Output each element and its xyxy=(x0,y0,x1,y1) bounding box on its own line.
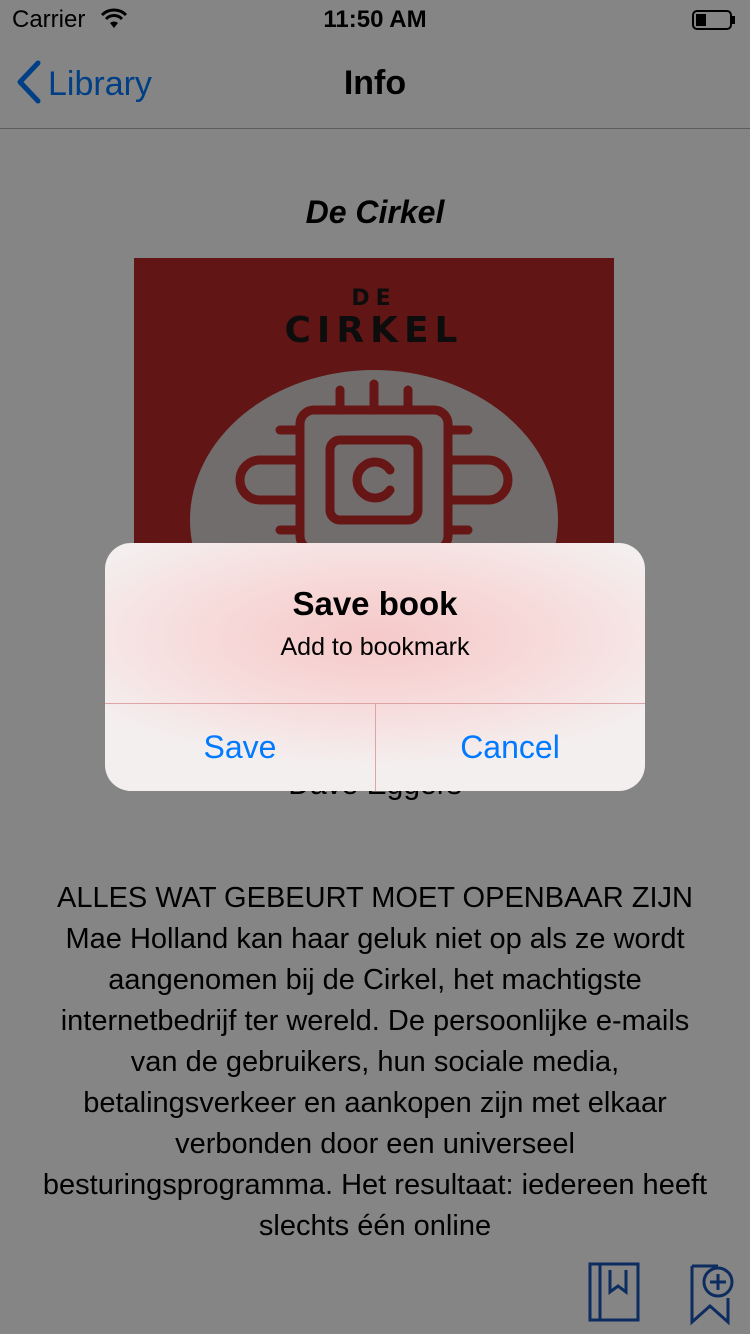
alert-message: Add to bookmark xyxy=(280,633,470,661)
save-book-alert: Save book Add to bookmark Save Cancel xyxy=(105,543,645,791)
save-button[interactable]: Save xyxy=(105,704,375,791)
alert-title: Save book xyxy=(292,585,458,622)
cancel-button[interactable]: Cancel xyxy=(375,704,645,791)
